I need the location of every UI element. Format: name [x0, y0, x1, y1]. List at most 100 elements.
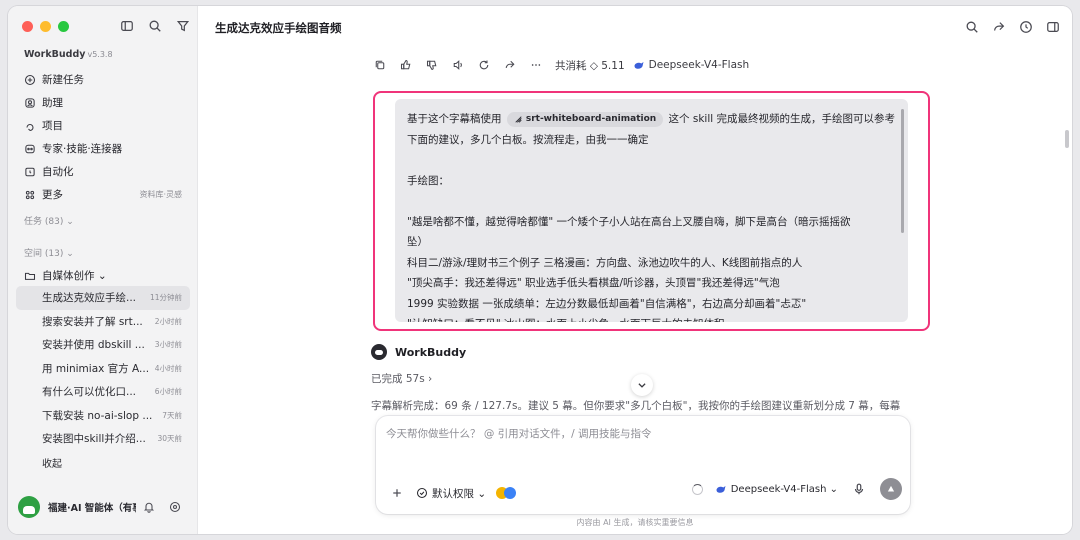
main-scrollbar[interactable] — [1065, 130, 1069, 148]
alarm-icon — [25, 167, 35, 176]
bot-avatar — [371, 344, 387, 360]
sidebar-nav: 新建任务 助理 项目 专家·技能·连接器 自动化 更多 资料库·灵感 — [16, 68, 190, 206]
plus-circle-icon — [24, 74, 36, 85]
agent-emoji-icon[interactable] — [496, 487, 517, 499]
main-panel: 生成达克效应手绘图音频 共消耗 ◇ 5.11 Deepseek-V4-Flash… — [198, 6, 1072, 534]
nav-assistant[interactable]: 助理 — [16, 91, 190, 114]
message-actions: 共消耗 ◇ 5.11 Deepseek-V4-Flash — [371, 56, 749, 74]
message-line — [407, 191, 896, 212]
forward-icon[interactable] — [501, 56, 519, 74]
deepseek-whale-icon — [634, 62, 644, 69]
folder-icon — [24, 272, 36, 280]
copy-icon[interactable] — [371, 56, 389, 74]
task-item[interactable]: 有什么可以优化口... 6小时前 — [16, 380, 190, 404]
assistant-icon — [25, 97, 35, 108]
tasks-section-label[interactable]: 任务 (83) ⌄ — [8, 214, 74, 227]
bot-header: WorkBuddy — [371, 344, 466, 360]
token-cost: 共消耗 ◇ 5.11 — [555, 59, 625, 72]
thumbs-up-icon[interactable] — [397, 56, 415, 74]
close-window-button[interactable] — [22, 21, 33, 32]
more-icon[interactable] — [527, 56, 545, 74]
minimize-window-button[interactable] — [40, 21, 51, 32]
filter-icon[interactable] — [174, 17, 192, 35]
nav-new-task[interactable]: 新建任务 — [16, 68, 190, 91]
task-item[interactable]: 生成达克效应手绘... 11分钟前 — [16, 286, 190, 310]
composer: 默认权限 ⌄ Deepseek-V4-Flash ⌄ — [376, 416, 910, 514]
message-line — [407, 150, 896, 171]
nav-more[interactable]: 更多 资料库·灵感 — [16, 183, 190, 206]
folder-row: 自媒体创作 ⌄ — [16, 264, 190, 287]
folder-self-media[interactable]: 自媒体创作 ⌄ — [16, 264, 190, 287]
completion-status[interactable]: 已完成 57s › — [371, 371, 432, 386]
history-icon[interactable] — [1017, 18, 1035, 36]
nav-projects[interactable]: 项目 — [16, 114, 190, 137]
user-name: 福建·AI 智能体（有事 — [48, 503, 136, 514]
regenerate-icon[interactable] — [475, 56, 493, 74]
message-line: "认知缺口：看不见" 冰山图：水面上小尖角，水面下巨大的未知体积 — [407, 314, 896, 322]
task-item[interactable]: 安装并使用 dbskill ... 3小时前 — [16, 333, 190, 357]
loading-spinner-icon — [691, 483, 703, 495]
avatar[interactable] — [18, 496, 40, 518]
sidebar: WorkBuddy v5.3.8 新建任务 助理 项目 专家·技能·连接器 自动化 — [8, 6, 198, 534]
task-item[interactable]: 用 minimiax 官方 A... 4小时前 — [16, 357, 190, 381]
composer-right-tools: Deepseek-V4-Flash ⌄ — [691, 478, 902, 500]
toggle-sidebar-icon[interactable] — [118, 17, 136, 35]
expert-icon — [25, 144, 35, 153]
skill-chip[interactable]: srt-whiteboard-animation — [506, 111, 664, 127]
settings-icon[interactable] — [166, 498, 184, 516]
search-icon[interactable] — [146, 17, 164, 35]
top-actions — [963, 18, 1062, 36]
microphone-icon[interactable] — [850, 480, 868, 498]
task-item[interactable]: 安装图中skill并介绍... 30天前 — [16, 427, 190, 451]
collapse-button[interactable]: 收起 — [16, 451, 190, 475]
footer-actions — [140, 498, 184, 516]
maximize-window-button[interactable] — [58, 21, 69, 32]
sidebar-toolbar — [118, 17, 192, 35]
send-button[interactable] — [880, 478, 902, 500]
ai-disclaimer: 内容由 AI 生成，请核实重要信息 — [576, 518, 694, 527]
topbar: 生成达克效应手绘图音频 — [198, 6, 1072, 50]
task-item[interactable]: 搜索安装并了解 srt... 2小时前 — [16, 310, 190, 334]
model-select[interactable]: Deepseek-V4-Flash ⌄ — [715, 483, 838, 495]
thumbs-down-icon[interactable] — [423, 56, 441, 74]
project-icon — [26, 123, 34, 131]
permission-select[interactable]: 默认权限 ⌄ — [416, 486, 486, 501]
spaces-section-label[interactable]: 空间 (13) ⌄ — [8, 246, 74, 259]
message-line: 下面的建议，多几个白板。按流程走，由我一一确定 — [407, 133, 649, 146]
user-message[interactable]: 基于这个字幕稿使用 srt-whiteboard-animation 这个 sk… — [395, 99, 908, 322]
nav-experts[interactable]: 专家·技能·连接器 — [16, 137, 190, 160]
scroll-to-bottom-button[interactable] — [631, 374, 653, 396]
message-line: 1999 实验数据 一张成绩单：左边分数最低却画着"自信满格"，右边高分却画着"… — [407, 297, 807, 310]
app-window: WorkBuddy v5.3.8 新建任务 助理 项目 专家·技能·连接器 自动化 — [8, 6, 1072, 534]
task-item[interactable]: 下载安装 no-ai-slop ... 7天前 — [16, 404, 190, 428]
message-line: "越是啥都不懂，越觉得啥都懂" 一个矮个子小人站在高台上叉腰自嗨，脚下是高台（暗… — [407, 215, 851, 228]
message-line: 科目二/游泳/理财书三个例子 三格漫画：方向盘、泳池边吹牛的人、K线图前指点的人 — [407, 256, 803, 269]
deepseek-whale-icon — [716, 486, 726, 493]
speaker-icon[interactable] — [449, 56, 467, 74]
message-scrollbar[interactable] — [901, 109, 904, 233]
arrow-up-icon — [887, 485, 895, 492]
window-controls — [22, 21, 69, 32]
panel-toggle-icon[interactable] — [1044, 18, 1062, 36]
grid-icon — [25, 190, 35, 199]
bell-icon[interactable] — [140, 498, 158, 516]
prompt-input[interactable] — [386, 428, 886, 440]
user-footer: 福建·AI 智能体（有事 — [18, 496, 190, 518]
composer-left-tools: 默认权限 ⌄ — [388, 484, 517, 502]
nav-more-hint[interactable]: 资料库·灵感 — [139, 189, 182, 200]
message-line: 基于这个字幕稿使用 srt-whiteboard-animation 这个 sk… — [407, 111, 896, 127]
user-message-highlight: 基于这个字幕稿使用 srt-whiteboard-animation 这个 sk… — [373, 91, 930, 331]
share-icon[interactable] — [990, 18, 1008, 36]
nav-automation[interactable]: 自动化 — [16, 160, 190, 183]
chevron-down-icon — [638, 383, 646, 388]
message-line: 手绘图： — [407, 174, 449, 187]
page-title: 生成达克效应手绘图音频 — [215, 21, 342, 35]
message-line: 坠） — [407, 236, 428, 248]
app-version: WorkBuddy v5.3.8 — [24, 49, 113, 60]
bot-reply: 字幕解析完成：69 条 / 127.7s。建议 5 幕。但你要求"多几个白板"，… — [371, 400, 901, 412]
task-list: 生成达克效应手绘... 11分钟前 搜索安装并了解 srt... 2小时前 安装… — [16, 286, 190, 475]
search-icon[interactable] — [963, 18, 981, 36]
plus-icon[interactable] — [388, 484, 406, 502]
check-circle-icon — [416, 487, 428, 499]
skill-icon — [515, 115, 522, 123]
